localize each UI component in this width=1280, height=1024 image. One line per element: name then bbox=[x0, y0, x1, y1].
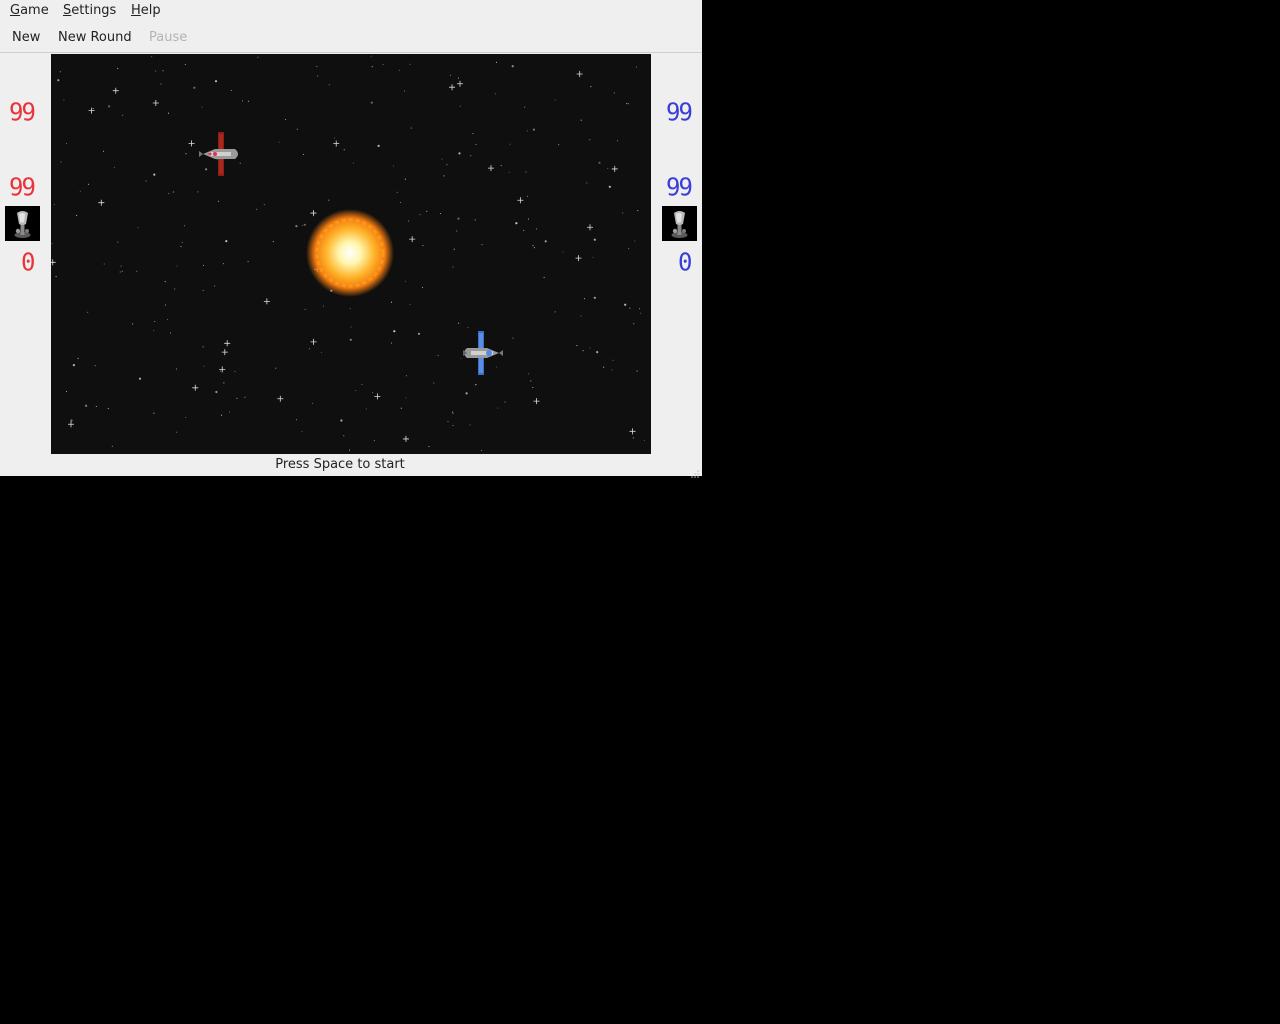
blue-energy-display: 99 bbox=[666, 97, 693, 127]
new-game-button[interactable]: New bbox=[12, 30, 40, 45]
status-message: Press Space to start bbox=[275, 457, 405, 472]
menubar: Game Settings Help bbox=[0, 0, 702, 21]
game-window: Game Settings Help New New Round Pause 9… bbox=[0, 0, 702, 478]
game-arena[interactable] bbox=[51, 54, 651, 454]
toolbar: New New Round Pause bbox=[0, 22, 702, 53]
menu-settings-label: ettings bbox=[71, 3, 117, 18]
blue-shield-display: 99 bbox=[666, 172, 693, 202]
joystick-icon bbox=[5, 206, 40, 241]
red-shield-display: 99 bbox=[9, 172, 36, 202]
pause-button[interactable]: Pause bbox=[149, 30, 187, 45]
menu-game-label: ame bbox=[20, 3, 49, 18]
menu-help[interactable]: Help bbox=[131, 3, 161, 18]
blue-ship-icon bbox=[463, 331, 503, 375]
starfield bbox=[51, 55, 645, 451]
red-player-panel: 99 99 0 bbox=[0, 54, 50, 454]
menu-game[interactable]: Game bbox=[10, 3, 49, 18]
menu-help-accel: H bbox=[131, 3, 141, 18]
sun-icon bbox=[306, 209, 394, 297]
blue-score-display: 0 bbox=[678, 247, 693, 277]
joystick-icon bbox=[662, 206, 697, 241]
menu-settings[interactable]: Settings bbox=[63, 3, 116, 18]
red-energy-display: 99 bbox=[9, 97, 36, 127]
red-ship-icon bbox=[199, 132, 238, 176]
resize-grip-icon[interactable] bbox=[690, 464, 700, 478]
red-score-display: 0 bbox=[21, 247, 36, 277]
menu-game-accel: G bbox=[10, 3, 21, 18]
blue-player-panel: 99 99 0 bbox=[656, 54, 706, 454]
menu-help-label: elp bbox=[140, 3, 161, 18]
new-round-button[interactable]: New Round bbox=[58, 30, 132, 45]
